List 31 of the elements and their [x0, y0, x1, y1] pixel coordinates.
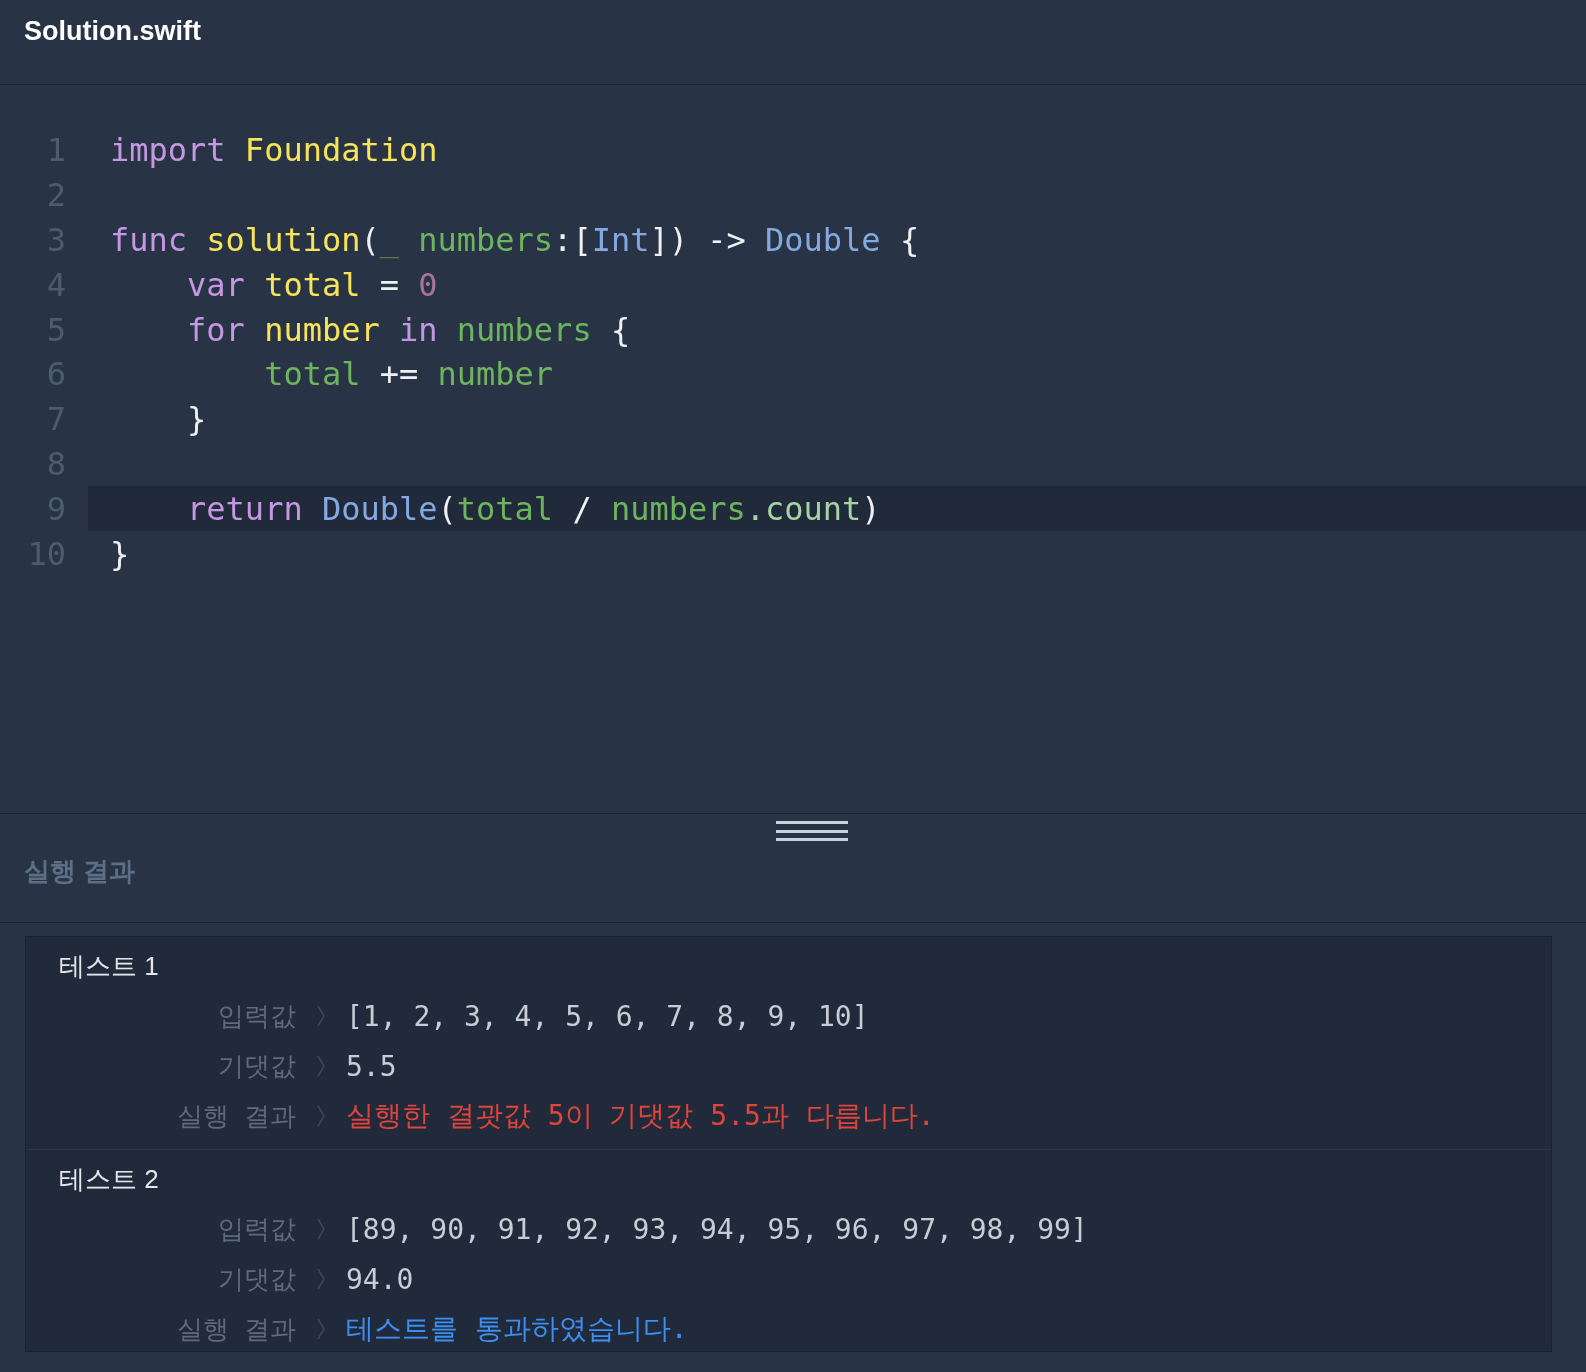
code-line: }: [186, 400, 207, 439]
test-title: 테스트 2: [58, 1163, 160, 1196]
row-value: 테스트를 통과하였습니다.: [346, 1311, 688, 1347]
row-value: 5.5: [346, 1049, 397, 1083]
file-tab-title: Solution.swift: [24, 16, 201, 47]
chevron-icon: [316, 1217, 326, 1241]
row-value: 94.0: [346, 1262, 414, 1296]
code-line: return Double(total / numbers.count): [186, 489, 881, 528]
row-label: 기댓값: [217, 1049, 296, 1083]
test-title: 테스트 1: [58, 950, 160, 983]
chevron-icon: [316, 1004, 326, 1028]
row-label: 실행 결과: [175, 1099, 296, 1133]
row-value: 실행한 결괏값 5이 기댓값 5.5과 다릅니다.: [346, 1098, 935, 1134]
row-label: 실행 결과: [175, 1312, 296, 1346]
chevron-icon: [316, 1054, 326, 1078]
row-value: [1, 2, 3, 4, 5, 6, 7, 8, 9, 10]: [346, 999, 869, 1033]
chevron-icon: [316, 1267, 326, 1291]
resize-handle-icon[interactable]: [776, 821, 848, 841]
code-line: var total = 0: [186, 265, 438, 304]
row-label: 입력값: [217, 999, 296, 1033]
code-line: total += number: [263, 355, 554, 394]
code-line: func solution(_ numbers:[Int]) -> Double {: [110, 221, 920, 259]
code-line: }: [110, 534, 130, 573]
results-title: 실행 결과: [24, 855, 136, 888]
chevron-icon: [316, 1317, 326, 1341]
row-label: 입력값: [217, 1212, 296, 1246]
code-line: import Foundation: [110, 131, 438, 170]
row-label: 기댓값: [217, 1262, 296, 1296]
chevron-icon: [316, 1104, 326, 1128]
code-line: for number in numbers {: [186, 310, 631, 349]
row-value: [89, 90, 91, 92, 93, 94, 95, 96, 97, 98, 99]: [346, 1212, 1088, 1246]
